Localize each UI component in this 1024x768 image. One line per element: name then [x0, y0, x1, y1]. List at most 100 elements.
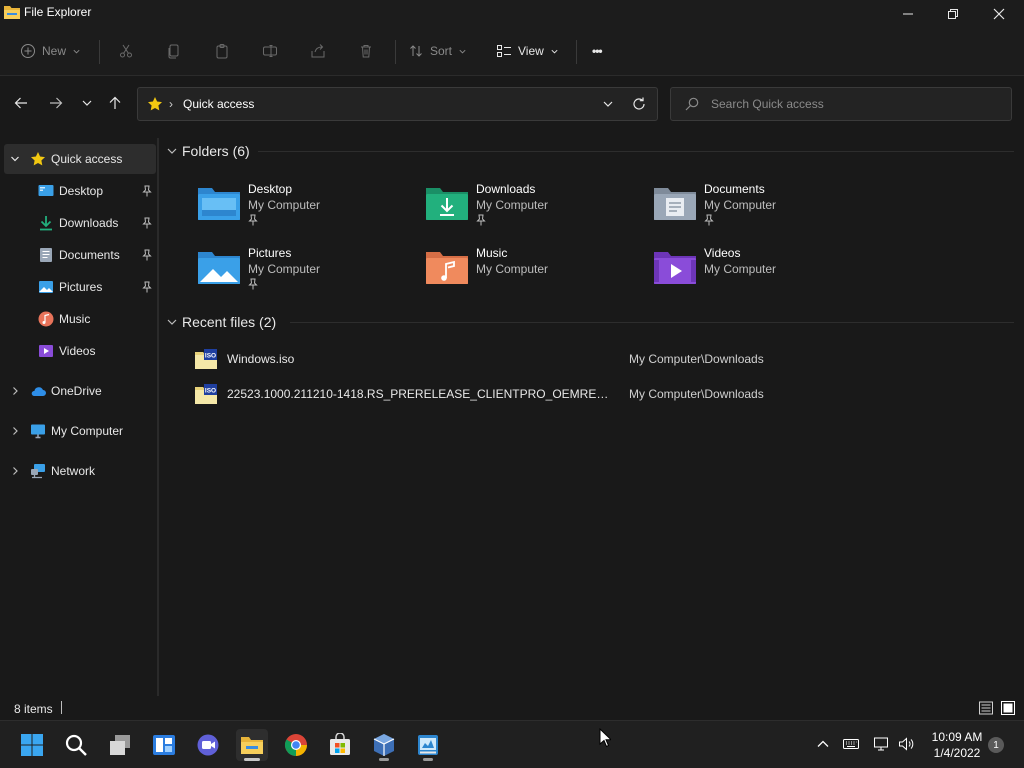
recent-locations-button[interactable] [76, 92, 98, 114]
pin-icon [248, 278, 258, 290]
speaker-icon [899, 737, 914, 751]
sort-label: Sort [430, 44, 453, 58]
search-icon [65, 734, 87, 756]
more-options-button[interactable]: ••• [592, 38, 603, 64]
widgets-button[interactable] [148, 729, 180, 761]
refresh-icon[interactable] [631, 96, 647, 112]
forward-button[interactable] [45, 92, 67, 114]
chevron-right-icon[interactable] [10, 426, 20, 436]
status-divider [61, 701, 62, 714]
rename-icon [263, 45, 277, 57]
large-icons-view-icon[interactable] [1000, 700, 1016, 716]
taskbar-microsoft-store[interactable] [324, 729, 356, 761]
search-box[interactable] [670, 87, 1012, 121]
copy-button[interactable] [166, 38, 182, 64]
share-button[interactable] [310, 38, 326, 64]
sidebar-item-downloads[interactable]: Downloads [4, 208, 156, 238]
new-button[interactable]: New [20, 38, 81, 64]
pin-icon[interactable] [142, 249, 152, 261]
minimize-button[interactable] [885, 0, 931, 28]
section-divider [290, 322, 1014, 323]
taskbar-chrome[interactable] [280, 729, 312, 761]
folder-location: My Computer [248, 262, 321, 276]
recent-file-name: Windows.iso [227, 352, 295, 366]
task-view-button[interactable] [104, 729, 136, 761]
sidebar-item-label: Downloads [59, 216, 119, 230]
up-button[interactable] [104, 92, 126, 114]
search-input[interactable] [711, 95, 1001, 113]
sidebar-item-onedrive[interactable]: OneDrive [4, 376, 156, 406]
recent-files-section-header[interactable]: Recent files (2) [166, 312, 276, 332]
more-options-icon: ••• [592, 44, 603, 58]
taskbar-file-explorer[interactable] [236, 729, 268, 761]
chevron-down-icon[interactable] [601, 97, 615, 111]
chevron-right-icon[interactable] [10, 386, 20, 396]
taskbar-disk-utility[interactable] [412, 729, 444, 761]
back-button[interactable] [10, 92, 32, 114]
details-view-icon[interactable] [978, 700, 994, 716]
show-hidden-icons-button[interactable] [814, 735, 832, 753]
arrow-right-icon [50, 97, 63, 109]
pin-icon [248, 214, 258, 226]
taskbar-virtualbox[interactable] [368, 729, 400, 761]
file-explorer-app-icon [4, 6, 20, 19]
recent-file-row[interactable]: ISO Windows.iso My Computer\Downloads [190, 344, 810, 374]
network-status-button[interactable] [872, 735, 890, 753]
input-indicator-button[interactable] [842, 735, 860, 753]
task-view-icon [110, 735, 130, 755]
folder-tile-pictures[interactable]: Pictures My Computer [196, 246, 416, 302]
sidebar-item-desktop[interactable]: Desktop [4, 176, 156, 206]
pane-splitter[interactable] [157, 138, 159, 696]
window-title: File Explorer [24, 5, 92, 19]
taskbar-clock[interactable]: 10:09 AM 1/4/2022 [924, 729, 990, 761]
sidebar-item-quick-access[interactable]: Quick access [4, 144, 156, 174]
close-icon [993, 8, 1005, 20]
folder-tile-desktop[interactable]: Desktop My Computer [196, 182, 416, 238]
sort-button[interactable]: Sort [408, 38, 467, 64]
chat-button[interactable] [192, 729, 224, 761]
cloud-icon [31, 387, 46, 396]
delete-button[interactable] [358, 38, 374, 64]
videos-folder-icon [654, 252, 696, 284]
chevron-down-icon [82, 100, 92, 106]
folder-tile-videos[interactable]: Videos My Computer [652, 246, 872, 302]
volume-button[interactable] [897, 735, 915, 753]
sidebar-item-label: Videos [59, 344, 96, 358]
pin-icon[interactable] [142, 281, 152, 293]
sidebar-item-documents[interactable]: Documents [4, 240, 156, 270]
folder-name: Downloads [476, 182, 536, 196]
view-label: View [518, 44, 544, 58]
start-button[interactable] [16, 729, 48, 761]
address-bar[interactable]: › Quick access [137, 87, 658, 121]
close-button[interactable] [976, 0, 1022, 28]
folder-tile-documents[interactable]: Documents My Computer [652, 182, 872, 238]
folders-section-header[interactable]: Folders (6) [166, 141, 250, 161]
folder-name: Documents [704, 182, 765, 196]
restore-icon [948, 9, 958, 19]
sidebar-item-videos[interactable]: Videos [4, 336, 156, 366]
pin-icon[interactable] [142, 185, 152, 197]
breadcrumb-quick-access[interactable]: Quick access [183, 97, 254, 111]
content-pane: Folders (6) Desktop My Computer Download… [160, 138, 1024, 694]
folder-tile-music[interactable]: Music My Computer [424, 246, 644, 302]
command-bar: New Sort View ••• [0, 28, 1024, 76]
minimize-icon [903, 13, 913, 15]
notification-badge[interactable]: 1 [988, 737, 1004, 753]
chevron-right-icon[interactable] [10, 466, 20, 476]
sidebar-item-network[interactable]: Network [4, 456, 156, 486]
chevron-down-icon[interactable] [10, 154, 20, 164]
recent-file-row[interactable]: ISO 22523.1000.211210-1418.RS_PRERELEASE… [190, 379, 810, 409]
sidebar-item-label: My Computer [51, 424, 124, 438]
search-taskbar-button[interactable] [60, 729, 92, 761]
restore-button[interactable] [930, 0, 976, 28]
chevron-down-icon [167, 319, 177, 325]
pin-icon[interactable] [142, 217, 152, 229]
sidebar-item-pictures[interactable]: Pictures [4, 272, 156, 302]
cut-button[interactable] [118, 38, 134, 64]
folder-tile-downloads[interactable]: Downloads My Computer [424, 182, 644, 238]
view-button[interactable]: View [496, 38, 559, 64]
sidebar-item-music[interactable]: Music [4, 304, 156, 334]
rename-button[interactable] [262, 38, 278, 64]
sidebar-item-my-computer[interactable]: My Computer [4, 416, 156, 446]
paste-button[interactable] [214, 38, 230, 64]
